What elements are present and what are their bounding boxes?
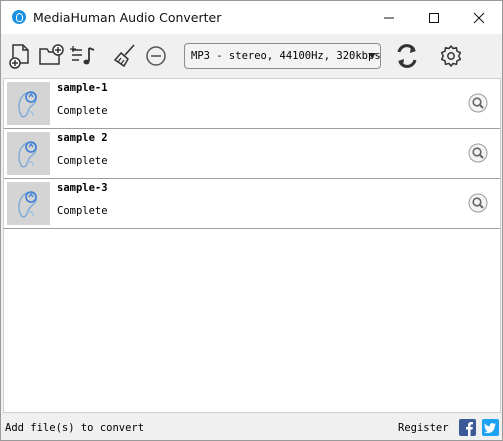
window-title: MediaHuman Audio Converter (33, 10, 222, 25)
facebook-icon (466, 422, 473, 436)
show-file-button[interactable] (468, 93, 488, 113)
status-bar: Add file(s) to convert Register (1, 414, 502, 440)
show-file-button[interactable] (468, 193, 488, 213)
add-playlist-button[interactable] (69, 42, 97, 70)
clear-list-button[interactable] (111, 42, 139, 70)
audio-file-icon (7, 182, 50, 225)
magnifier-icon (468, 143, 488, 163)
twitter-button[interactable] (482, 419, 499, 436)
file-status: Complete (57, 155, 108, 167)
chevron-down-icon (368, 53, 376, 58)
list-item[interactable]: sample-1 Complete (4, 79, 500, 129)
format-value: MP3 - stereo, 44100Hz, 320kbps (191, 50, 381, 62)
minimize-button[interactable] (366, 1, 412, 34)
format-dropdown[interactable]: MP3 - stereo, 44100Hz, 320kbps (184, 43, 381, 69)
file-list[interactable]: sample-1 Complete sample 2 Complete samp… (3, 78, 501, 413)
title-bar: MediaHuman Audio Converter (1, 1, 502, 34)
file-thumbnail (7, 82, 50, 125)
file-name: sample 2 (57, 132, 108, 144)
minimize-icon (384, 17, 394, 18)
file-thumbnail (7, 182, 50, 225)
app-logo-icon (12, 10, 26, 24)
clear-list-icon (113, 44, 135, 68)
add-file-button[interactable] (7, 42, 35, 70)
maximize-icon (429, 12, 439, 23)
audio-file-icon (7, 82, 50, 125)
file-thumbnail (7, 132, 50, 175)
magnifier-icon (468, 93, 488, 113)
add-folder-icon (39, 44, 64, 65)
twitter-icon (484, 423, 496, 434)
list-item[interactable]: sample 2 Complete (4, 129, 500, 179)
register-link[interactable]: Register (398, 422, 449, 434)
settings-button[interactable] (437, 42, 465, 70)
maximize-button[interactable] (411, 1, 457, 34)
facebook-button[interactable] (459, 419, 476, 436)
list-item[interactable]: sample-3 Complete (4, 179, 500, 229)
add-playlist-icon (70, 46, 95, 65)
show-file-button[interactable] (468, 143, 488, 163)
convert-button[interactable] (393, 42, 421, 70)
settings-icon (440, 45, 462, 67)
file-name: sample-3 (57, 182, 108, 194)
file-name: sample-1 (57, 82, 108, 94)
audio-file-icon (7, 132, 50, 175)
convert-icon (397, 44, 417, 68)
add-file-icon (9, 44, 29, 69)
file-status: Complete (57, 105, 108, 117)
add-folder-button[interactable] (37, 42, 65, 70)
remove-button[interactable] (142, 42, 170, 70)
remove-icon (146, 46, 166, 66)
status-text: Add file(s) to convert (5, 422, 145, 434)
close-icon (473, 12, 485, 23)
app-window: MediaHuman Audio Converter MP3 - stereo,… (0, 0, 503, 441)
close-button[interactable] (456, 1, 502, 34)
file-status: Complete (57, 205, 108, 217)
magnifier-icon (468, 193, 488, 213)
toolbar: MP3 - stereo, 44100Hz, 320kbps (1, 35, 502, 77)
